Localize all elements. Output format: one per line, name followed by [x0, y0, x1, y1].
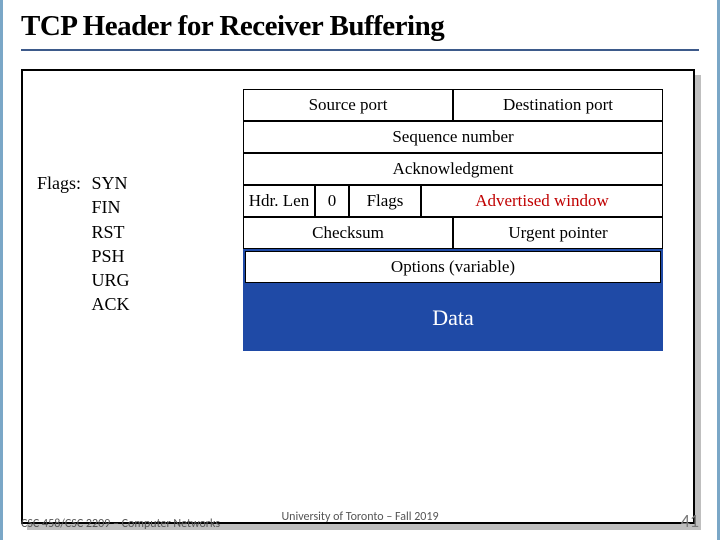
- flags-label: Flags:: [37, 171, 87, 195]
- cell-advertised-window: Advertised window: [421, 185, 663, 217]
- cell-source-port: Source port: [243, 89, 453, 121]
- tcp-header-table: Source port Destination port Sequence nu…: [243, 89, 663, 351]
- flag-item: FIN: [92, 195, 130, 219]
- title-underline: [21, 49, 699, 51]
- cell-options: Options (variable): [245, 251, 661, 283]
- footer: CSC 458/CSC 2209 – Computer Networks Uni…: [21, 510, 699, 532]
- diagram-area: Flags: SYN FIN RST PSH URG ACK Source po…: [21, 69, 699, 540]
- flag-item: RST: [92, 220, 130, 244]
- footer-center: University of Toronto – Fall 2019: [281, 510, 438, 524]
- page-title: TCP Header for Receiver Buffering: [21, 10, 699, 43]
- row-checksum-urgent: Checksum Urgent pointer: [243, 217, 663, 249]
- slide: TCP Header for Receiver Buffering Flags:…: [0, 0, 720, 540]
- row-ack: Acknowledgment: [243, 153, 663, 185]
- cell-urgent: Urgent pointer: [453, 217, 663, 249]
- flags-legend: Flags: SYN FIN RST PSH URG ACK: [37, 171, 130, 317]
- cell-flags: Flags: [349, 185, 421, 217]
- flag-item: SYN: [92, 171, 130, 195]
- row-options: Options (variable): [243, 249, 663, 285]
- flag-item: PSH: [92, 244, 130, 268]
- cell-ack: Acknowledgment: [243, 153, 663, 185]
- row-flags-window: Hdr. Len 0 Flags Advertised window: [243, 185, 663, 217]
- cell-sequence: Sequence number: [243, 121, 663, 153]
- cell-dest-port: Destination port: [453, 89, 663, 121]
- row-sequence: Sequence number: [243, 121, 663, 153]
- title-wrap: TCP Header for Receiver Buffering: [3, 0, 717, 43]
- flags-list: SYN FIN RST PSH URG ACK: [92, 171, 130, 317]
- row-ports: Source port Destination port: [243, 89, 663, 121]
- cell-data: Data: [243, 285, 663, 351]
- cell-hdrlen: Hdr. Len: [243, 185, 315, 217]
- flag-item: URG: [92, 268, 130, 292]
- slide-number: 41: [681, 510, 699, 532]
- flag-item: ACK: [92, 292, 130, 316]
- diagram-frame: Flags: SYN FIN RST PSH URG ACK Source po…: [21, 69, 695, 524]
- cell-reserved: 0: [315, 185, 349, 217]
- footer-left: CSC 458/CSC 2209 – Computer Networks: [21, 517, 220, 531]
- cell-checksum: Checksum: [243, 217, 453, 249]
